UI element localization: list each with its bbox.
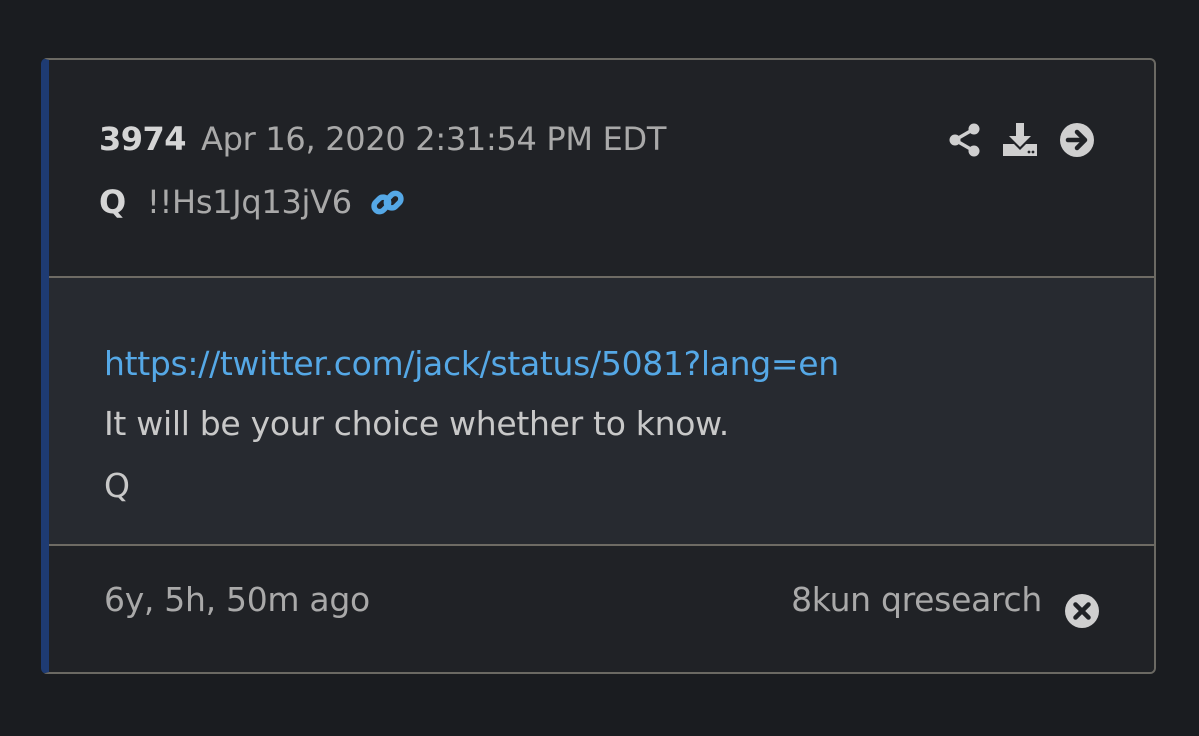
post-link[interactable]: https://twitter.com/jack/status/5081?lan… bbox=[104, 344, 839, 383]
post-footer: 6y, 5h, 50m ago 8kun qresearch bbox=[49, 546, 1154, 672]
post-tripcode: !!Hs1Jq13jV6 bbox=[147, 183, 352, 221]
post-number: 3974 bbox=[99, 120, 187, 158]
post-body: https://twitter.com/jack/status/5081?lan… bbox=[49, 278, 1154, 546]
post-header: 3974 Apr 16, 2020 2:31:54 PM EDT Q !!Hs1… bbox=[49, 60, 1154, 278]
post-card: 3974 Apr 16, 2020 2:31:54 PM EDT Q !!Hs1… bbox=[41, 58, 1156, 674]
post-text-line: It will be your choice whether to know. bbox=[104, 404, 729, 443]
post-timestamp: Apr 16, 2020 2:31:54 PM EDT bbox=[201, 120, 667, 158]
post-author: Q bbox=[99, 183, 127, 221]
link-icon[interactable] bbox=[369, 184, 407, 222]
post-signature: Q bbox=[104, 466, 130, 505]
close-circle-icon[interactable] bbox=[1064, 593, 1100, 629]
post-age: 6y, 5h, 50m ago bbox=[104, 580, 370, 619]
download-icon[interactable] bbox=[1002, 122, 1038, 158]
share-icon[interactable] bbox=[947, 122, 983, 158]
arrow-circle-right-icon[interactable] bbox=[1059, 122, 1095, 158]
post-source: 8kun qresearch bbox=[791, 580, 1042, 619]
